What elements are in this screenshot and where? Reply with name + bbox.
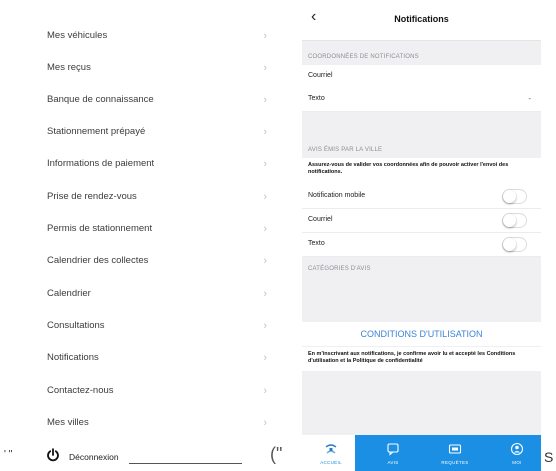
- underline-divider: [129, 463, 242, 464]
- menu-item-prise-de-rendez-vous[interactable]: Prise de rendez-vous ›: [47, 187, 267, 207]
- toggle-knob: [503, 190, 516, 203]
- power-icon: [47, 448, 59, 462]
- logout-row[interactable]: ' " Déconnexion (": [0, 444, 300, 470]
- chevron-right-icon: ›: [263, 223, 267, 235]
- tab-bar: ACCUEIL AVIS REQUÊTES MOI: [307, 435, 541, 471]
- quote-mark-right: (": [270, 444, 283, 464]
- user-icon: [510, 442, 524, 456]
- row-value: -: [528, 94, 531, 103]
- chevron-right-icon: ›: [263, 255, 267, 267]
- menu-item-notifications[interactable]: Notifications ›: [47, 348, 267, 368]
- toggle-knob: [503, 238, 516, 251]
- menu-item-mes-vehicules[interactable]: Mes véhicules ›: [47, 26, 267, 46]
- section-header-city: AVIS ÉMIS PAR LA VILLE: [302, 112, 541, 158]
- nav-bar: ‹ Notifications: [302, 0, 541, 41]
- menu-item-label: Stationnement prépayé: [47, 126, 146, 137]
- section-header-label: AVIS ÉMIS PAR LA VILLE: [308, 147, 383, 153]
- notifications-screen: ‹ Notifications COORDONNÉES DE NOTIFICAT…: [302, 0, 541, 471]
- city-notice: Assurez-vous de valider vos coordonnées …: [302, 158, 541, 182]
- chevron-right-icon: ›: [263, 191, 267, 203]
- toggle-row-mobile: Notification mobile: [302, 185, 541, 209]
- menu-item-mes-recus[interactable]: Mes reçus ›: [47, 58, 267, 78]
- section-header-label: CATÉGORIES D'AVIS: [308, 266, 371, 272]
- tab-label: MOI: [512, 460, 522, 465]
- row-label: Courriel: [308, 72, 333, 79]
- chevron-right-icon: ›: [263, 94, 267, 106]
- page-title: Notifications: [394, 14, 449, 24]
- section-header-contact: COORDONNÉES DE NOTIFICATIONS: [302, 41, 541, 65]
- contact-row-text[interactable]: Texto -: [302, 88, 541, 112]
- edge-letter: S: [544, 449, 554, 465]
- menu-item-label: Mes reçus: [47, 62, 91, 73]
- chevron-right-icon: ›: [263, 30, 267, 42]
- chevron-right-icon: ›: [263, 158, 267, 170]
- menu-item-label: Consultations: [47, 320, 105, 331]
- side-menu: Mes véhicules › Mes reçus › Banque de co…: [0, 0, 290, 471]
- menu-item-label: Calendrier des collectes: [47, 255, 149, 266]
- mobile-notification-toggle[interactable]: [502, 189, 527, 204]
- tab-avis[interactable]: AVIS: [369, 435, 417, 471]
- row-label: Texto: [308, 240, 325, 247]
- row-label: Notification mobile: [308, 192, 366, 199]
- toggle-row-email: Courriel: [302, 209, 541, 233]
- tab-requetes[interactable]: REQUÊTES: [431, 435, 479, 471]
- email-notification-toggle[interactable]: [502, 213, 527, 228]
- menu-item-calendrier[interactable]: Calendrier ›: [47, 284, 267, 304]
- toggle-knob: [503, 214, 516, 227]
- chat-icon: [387, 443, 399, 456]
- menu-item-label: Mes véhicules: [47, 30, 108, 41]
- section-header-label: COORDONNÉES DE NOTIFICATIONS: [308, 54, 419, 60]
- section-header-categories: CATÉGORIES D'AVIS: [302, 257, 541, 322]
- tab-label: REQUÊTES: [441, 460, 469, 465]
- menu-item-label: Calendrier: [47, 288, 91, 299]
- conditions-link[interactable]: CONDITIONS D'UTILISATION: [302, 322, 541, 346]
- menu-item-mes-villes[interactable]: Mes villes ›: [47, 413, 267, 433]
- menu-item-label: Informations de paiement: [47, 158, 155, 169]
- menu-item-stationnement-prepaye[interactable]: Stationnement prépayé ›: [47, 122, 267, 142]
- chevron-right-icon: ›: [263, 62, 267, 74]
- logout-label: Déconnexion: [69, 452, 119, 462]
- quote-mark-left: ' ": [4, 449, 13, 460]
- menu-item-informations-de-paiement[interactable]: Informations de paiement ›: [47, 154, 267, 174]
- menu-item-consultations[interactable]: Consultations ›: [47, 316, 267, 336]
- menu-item-label: Permis de stationnement: [47, 223, 153, 234]
- menu-item-label: Notifications: [47, 352, 99, 363]
- chevron-right-icon: ›: [263, 320, 267, 332]
- menu-item-label: Mes villes: [47, 417, 89, 428]
- menu-item-label: Contactez-nous: [47, 385, 114, 396]
- row-label: Texto: [308, 95, 325, 102]
- chevron-right-icon: ›: [263, 288, 267, 300]
- tab-moi[interactable]: MOI: [493, 435, 541, 471]
- menu-item-contactez-nous[interactable]: Contactez-nous ›: [47, 381, 267, 401]
- home-logo-icon: [325, 444, 337, 454]
- menu-item-calendrier-des-collectes[interactable]: Calendrier des collectes ›: [47, 251, 267, 271]
- chevron-right-icon: ›: [263, 417, 267, 429]
- menu-item-permis-de-stationnement[interactable]: Permis de stationnement ›: [47, 219, 267, 239]
- menu-item-label: Prise de rendez-vous: [47, 191, 137, 202]
- chevron-right-icon: ›: [263, 352, 267, 364]
- conditions-notice: En m'inscrivant aux notifications, je co…: [302, 347, 541, 371]
- chevron-right-icon: ›: [263, 126, 267, 138]
- menu-item-label: Banque de connaissance: [47, 94, 154, 105]
- tab-label: ACCUEIL: [320, 460, 342, 465]
- row-label: Courriel: [308, 216, 333, 223]
- text-notification-toggle[interactable]: [502, 237, 527, 252]
- contact-row-email[interactable]: Courriel: [302, 65, 541, 89]
- toggle-row-text: Texto: [302, 233, 541, 257]
- menu-item-banque-de-connaissance[interactable]: Banque de connaissance ›: [47, 90, 267, 110]
- ticket-icon: [448, 444, 462, 454]
- tab-accueil[interactable]: ACCUEIL: [307, 435, 355, 471]
- chevron-right-icon: ›: [263, 385, 267, 397]
- tab-label: AVIS: [387, 460, 399, 465]
